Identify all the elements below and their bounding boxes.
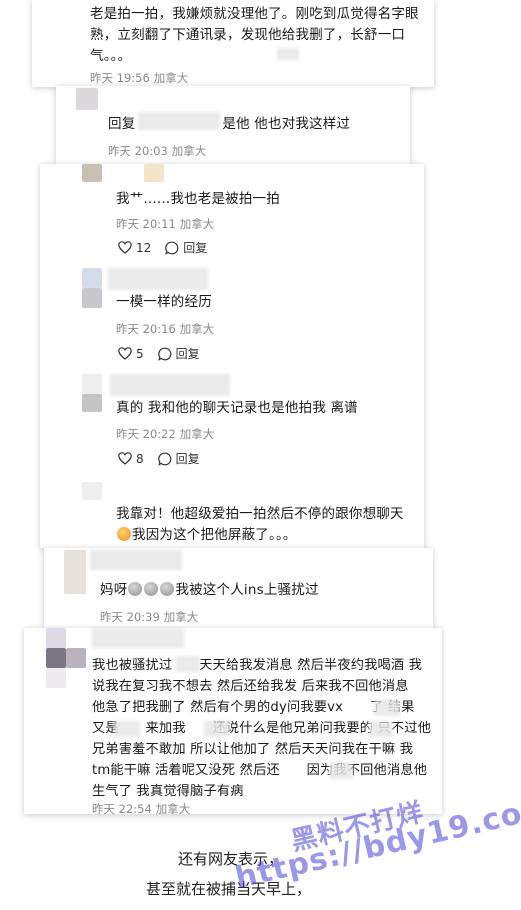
like-button[interactable]: 8 [118,452,144,466]
comment-meta-4: 昨天 20:16 加拿大 [116,322,215,336]
poop-emoji-icon [160,582,175,596]
heart-icon [118,347,132,360]
avatar [46,648,66,668]
redaction-blur [329,763,353,779]
avatar [46,628,66,648]
like-button[interactable]: 12 [118,241,151,255]
heart-icon [118,241,132,254]
redaction-blur [204,721,230,737]
sweat-smile-emoji-icon [117,527,131,541]
comment-screenshot-page: 老是拍一拍，我嫌烦就没理他了。刚吃到瓜觉得名字眼 熟，立刻翻了下通讯录，发现他给… [0,0,521,910]
comment-bubble-icon [165,241,179,255]
redaction-blur [90,550,182,570]
comment-actions-3: 12 回复 [118,239,221,256]
redaction-blur [92,628,184,648]
comment-meta-7: 昨天 20:39 加拿大 [100,610,199,624]
poop-emoji-icon [144,582,159,596]
reply-button[interactable]: 回复 [165,239,207,256]
redaction-blur [176,656,200,672]
avatar [76,88,98,110]
comment-meta-1: 昨天 19:56 加拿大 [90,71,189,85]
avatar [82,394,102,412]
poop-emoji-icon [128,582,143,596]
comment-text-6: 我靠对！他超级爱拍一拍然后不停的跟你想聊天 我因为这个把他屏蔽了。。。 [116,506,404,543]
redaction-blur [108,268,208,290]
comment-card-1: 老是拍一拍，我嫌烦就没理他了。刚吃到瓜觉得名字眼 熟，立刻翻了下通讯录，发现他给… [32,0,434,87]
comment-card-thread: 我艹......我也老是被拍一拍 昨天 20:11 加拿大 12 回复 一模一样的… [40,164,424,548]
redaction-blur [374,700,400,716]
reply-button[interactable]: 回复 [157,450,200,467]
redaction-blur [110,374,230,396]
comment-meta-2: 昨天 20:03 加拿大 [108,144,207,158]
comment-text-2: 回复 是他 他也对我这样过 [108,116,351,132]
avatar [66,648,86,668]
redaction-blur [114,721,140,737]
comment-actions-4: 5 回复 [118,345,214,362]
comment-card-7: 妈呀 我被这个人ins上骚扰过 昨天 20:39 加拿大 [44,548,433,628]
comment-text-5: 真的 我和他的聊天记录也是他拍我 离谱 [116,400,358,416]
avatar [46,668,66,688]
comment-text-3: 我艹......我也老是被拍一拍 [116,191,280,207]
heart-icon [118,452,132,465]
redaction-blur [277,48,299,60]
redaction-blur [369,721,393,737]
like-count: 8 [136,451,144,466]
like-button[interactable]: 5 [118,347,144,361]
comment-text-7: 妈呀 我被这个人ins上骚扰过 [100,582,319,598]
avatar [82,268,102,288]
avatar [82,164,102,182]
avatar [82,482,102,500]
reply-button[interactable]: 回复 [157,345,200,362]
avatar [82,288,102,308]
comment-card-8: 我也被骚扰过 天天给我发消息 然后半夜约我喝酒 我 说我在复习我不想去 然后还给… [24,628,442,816]
avatar [82,374,102,394]
comment-text-4: 一模一样的经历 [116,294,212,310]
comment-meta-8: 昨天 22:54 加拿大 [92,802,191,816]
like-count: 12 [136,240,152,255]
reply-prefix: 回复 [108,116,136,132]
comment-card-2: 回复 是他 他也对我这样过 昨天 20:03 加拿大 [56,86,410,164]
avatar [64,550,86,594]
avatar [144,164,164,182]
comment-text-1: 老是拍一拍，我嫌烦就没理他了。刚吃到瓜觉得名字眼 熟，立刻翻了下通讯录，发现他给… [90,6,419,64]
comment-meta-3: 昨天 20:11 加拿大 [116,217,215,231]
comment-actions-5: 8 回复 [118,450,214,467]
comment-bubble-icon [157,452,172,466]
comment-meta-5: 昨天 20:22 加拿大 [116,427,215,441]
like-count: 5 [136,346,144,361]
comment-bubble-icon [157,347,172,361]
